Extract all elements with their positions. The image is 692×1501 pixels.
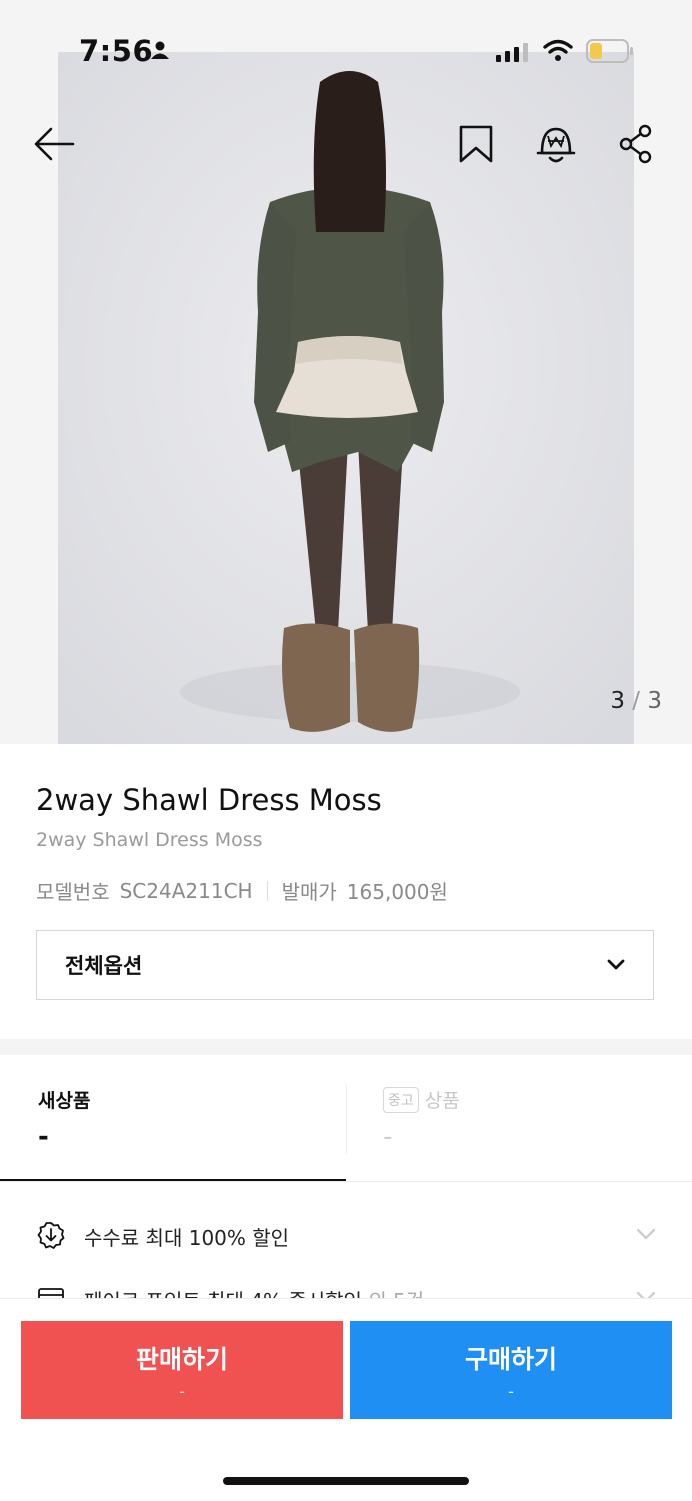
tab-used-price: -	[383, 1122, 393, 1152]
chevron-down-icon	[607, 959, 625, 970]
product-image-gallery[interactable]: 7:56 3 / 3	[0, 0, 692, 744]
bookmark-button[interactable]	[452, 120, 500, 168]
release-price-label: 발매가	[281, 880, 337, 904]
image-counter-separator: /	[632, 688, 641, 714]
tab-bottom-border	[0, 1181, 692, 1182]
tab-new-label: 새상품	[38, 1090, 91, 1112]
model-number-value: SC24A211CH	[119, 878, 253, 903]
tab-new-price: -	[38, 1122, 49, 1152]
chevron-down-icon	[636, 1228, 656, 1240]
image-counter-current: 3	[610, 688, 625, 714]
status-time: 7:56	[79, 34, 154, 68]
price-alert-button[interactable]	[532, 120, 580, 168]
options-dropdown[interactable]: 전체옵션	[36, 930, 654, 1000]
product-title: 2way Shawl Dress Moss	[36, 783, 382, 817]
tab-used-product[interactable]: 중고 상품 -	[347, 1056, 692, 1182]
sell-button-label: 판매하기	[135, 1344, 228, 1374]
bookmark-icon	[459, 125, 493, 163]
benefit-fee-main: 수수료 최대 100% 할인	[84, 1226, 290, 1250]
home-indicator[interactable]	[223, 1477, 469, 1485]
image-counter: 3 / 3	[610, 688, 662, 714]
person-icon	[151, 41, 169, 59]
product-meta: 모델번호 SC24A211CH 발매가 165,000원	[36, 876, 448, 905]
image-counter-total: 3	[647, 688, 662, 714]
buy-button-label: 구매하기	[464, 1344, 557, 1374]
release-price-value: 165,000원	[346, 880, 448, 904]
tab-used-label: 상품	[424, 1090, 460, 1112]
tab-new-product[interactable]: 새상품 -	[0, 1056, 346, 1182]
cellular-signal-icon	[496, 43, 528, 62]
section-divider	[0, 1039, 692, 1055]
sell-button-price: -	[179, 1381, 185, 1401]
share-icon	[619, 124, 652, 164]
sell-button[interactable]: 판매하기 -	[21, 1321, 343, 1419]
benefit-fee-discount[interactable]: 수수료 최대 100% 할인	[0, 1207, 692, 1263]
model-number-label: 모델번호	[36, 880, 110, 904]
buy-button-price: -	[508, 1381, 514, 1401]
back-button[interactable]	[30, 120, 78, 168]
benefit-fee-text: 수수료 최대 100% 할인	[84, 1222, 289, 1251]
bottom-action-bar: 판매하기 - 구매하기 -	[0, 1298, 692, 1501]
share-button[interactable]	[612, 120, 660, 168]
battery-icon	[586, 39, 633, 63]
arrow-left-icon	[34, 127, 75, 161]
tab-used-label-group: 중고 상품	[383, 1086, 460, 1113]
options-label: 전체옵션	[65, 954, 143, 978]
status-bar: 7:56	[0, 0, 692, 100]
meta-divider	[266, 880, 268, 901]
used-badge: 중고	[383, 1086, 419, 1113]
product-subtitle: 2way Shawl Dress Moss	[36, 829, 263, 851]
discount-badge-icon	[37, 1222, 65, 1249]
wifi-icon	[543, 39, 573, 61]
buy-button[interactable]: 구매하기 -	[350, 1321, 672, 1419]
price-alert-bell-icon	[536, 127, 576, 163]
